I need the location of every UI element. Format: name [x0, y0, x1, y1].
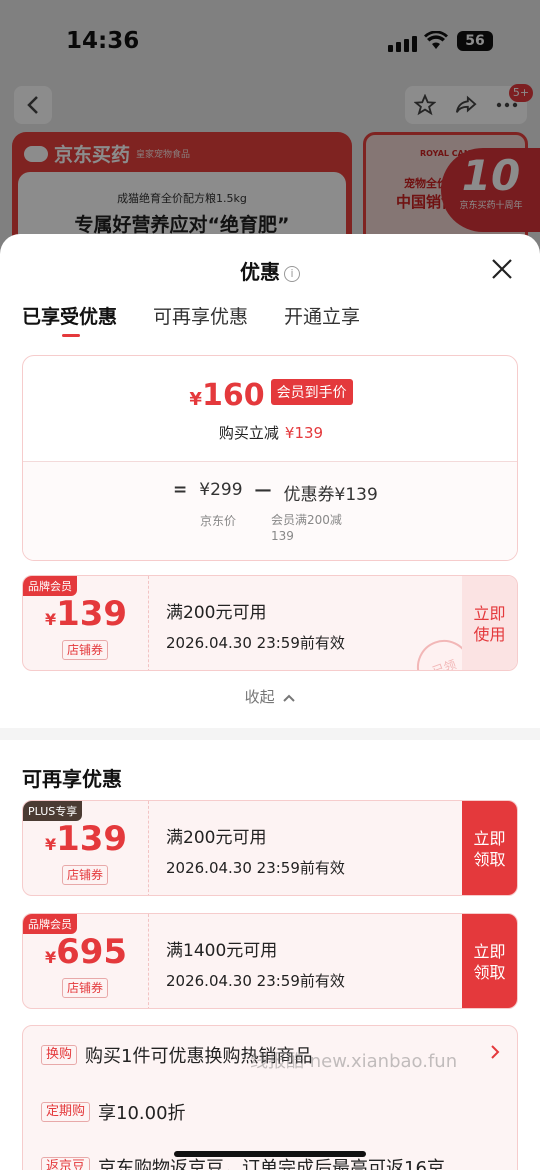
collapse-label: 收起	[244, 688, 275, 706]
currency-symbol: ¥	[189, 389, 202, 410]
perk-tag: 定期购	[41, 1102, 91, 1122]
discount-tabs: 已享受优惠 可再享优惠 开通立享	[22, 302, 360, 337]
list-item: 定期购 享10.00折	[41, 1099, 186, 1125]
price-tag: 会员到手价	[270, 379, 353, 405]
coupon-validity: 2026.04.30 23:59前有效	[166, 972, 345, 990]
perk-tag: 换购	[41, 1045, 78, 1065]
coupon-condition: 满1400元可用	[166, 941, 278, 961]
section-divider	[0, 728, 540, 740]
claim-button[interactable]: 立即领取	[462, 914, 517, 1008]
reduce-value: ¥139	[284, 424, 324, 442]
enjoyed-coupon: 品牌会员 ¥139 店铺券 满200元可用 2026.04.30 23:59前有…	[22, 575, 518, 671]
coupon-condition: 满200元可用	[166, 828, 267, 848]
price-value: 160	[201, 378, 265, 413]
use-now-button[interactable]: 立即使用	[462, 576, 517, 670]
coupon-amount: ¥139	[23, 819, 149, 859]
price-summary: ¥160 会员到手价 购买立减 ¥139 = ¥299 — 优惠券¥139 京东价 …	[22, 355, 518, 561]
perk-text: 享10.00折	[98, 1103, 186, 1124]
currency-symbol: ¥	[44, 948, 57, 967]
amount-value: 695	[56, 932, 128, 972]
perk-tag: 返京豆	[41, 1157, 91, 1170]
coupon-validity: 2026.04.30 23:59前有效	[166, 634, 345, 652]
more-discounts-title: 可再享优惠	[22, 767, 122, 791]
coupon-type: 店铺券	[62, 978, 109, 998]
close-icon[interactable]	[489, 256, 515, 282]
coupon-badge: 品牌会员	[23, 914, 77, 934]
overlay-scrim[interactable]	[0, 0, 540, 260]
coupon-type: 店铺券	[62, 865, 109, 885]
coupon-amount: ¥139	[23, 594, 149, 634]
coupon-label: 优惠券¥139	[283, 485, 378, 505]
coupon-condition: 会员满200减139	[271, 513, 342, 543]
tab-activate[interactable]: 开通立享	[284, 302, 360, 329]
coupon-validity: 2026.04.30 23:59前有效	[166, 859, 345, 877]
jd-price-label: 京东价	[200, 514, 237, 528]
jd-price: ¥299	[199, 480, 243, 500]
coupon-amount: ¥695	[23, 932, 149, 972]
collapse-toggle[interactable]: 收起	[0, 686, 540, 707]
tab-more[interactable]: 可再享优惠	[153, 302, 248, 329]
sheet-title-text: 优惠	[240, 260, 280, 284]
amount-value: 139	[56, 819, 128, 859]
currency-symbol: ¥	[44, 835, 57, 854]
plus-coupon: PLUS专享 ¥139 店铺券 满200元可用 2026.04.30 23:59…	[22, 800, 518, 896]
info-icon[interactable]: i	[284, 266, 300, 282]
claim-button[interactable]: 立即领取	[462, 801, 517, 895]
coupon-badge: PLUS专享	[23, 801, 83, 821]
tab-enjoyed[interactable]: 已享受优惠	[22, 302, 117, 337]
watermark: 线报酷 new.xianbao.fun	[250, 1051, 458, 1072]
home-indicator[interactable]	[174, 1151, 366, 1157]
sheet-title: 优惠 i	[0, 256, 540, 285]
currency-symbol: ¥	[44, 610, 57, 629]
coupon-type: 店铺券	[62, 640, 109, 660]
reduce-line: 购买立减 ¥139	[23, 422, 517, 443]
brand-member-coupon: 品牌会员 ¥695 店铺券 满1400元可用 2026.04.30 23:59前…	[22, 913, 518, 1009]
amount-value: 139	[56, 594, 128, 634]
reduce-label: 购买立减	[218, 424, 279, 442]
discount-sheet: 优惠 i 已享受优惠 可再享优惠 开通立享 ¥160 会员到手价 购买立减 ¥139 …	[0, 234, 540, 1170]
member-price: ¥160 会员到手价	[23, 378, 517, 413]
coupon-badge: 品牌会员	[23, 576, 77, 596]
chevron-up-icon	[283, 694, 296, 702]
equals-sign: =	[173, 480, 188, 500]
minus-sign: —	[254, 480, 272, 500]
chevron-right-icon[interactable]	[490, 1044, 500, 1065]
price-formula: = ¥299 — 优惠券¥139	[173, 480, 378, 505]
coupon-condition: 满200元可用	[166, 603, 267, 623]
